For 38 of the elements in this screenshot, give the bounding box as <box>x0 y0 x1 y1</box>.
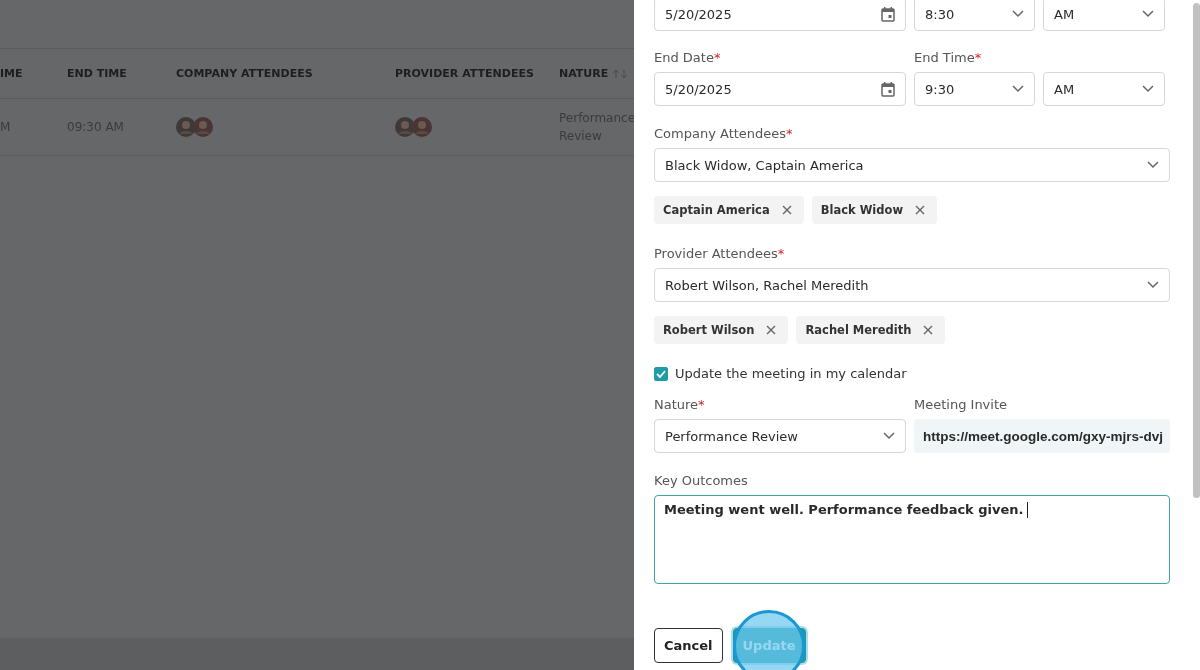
company-attendees-select[interactable]: Black Widow, Captain America <box>654 148 1171 182</box>
field-label: Provider Attendees* <box>654 246 785 262</box>
field-label: Nature* <box>654 397 705 413</box>
chevron-down-icon <box>883 432 895 440</box>
chevron-down-icon <box>1147 281 1160 289</box>
calendar-icon <box>881 81 895 97</box>
close-icon[interactable] <box>915 205 926 215</box>
field-label: Meeting Invite <box>914 397 1008 413</box>
chevron-down-icon <box>1012 10 1024 18</box>
key-outcomes-field[interactable]: Meeting went well. Performance feedback given. <box>654 495 1171 584</box>
provider-attendees-select[interactable]: Robert Wilson, Rachel Meredith <box>654 268 1171 302</box>
cancel-button[interactable]: Cancel <box>654 628 723 663</box>
attendee-chip[interactable]: Robert Wilson <box>654 316 789 344</box>
field-label: Company Attendees* <box>654 126 793 142</box>
field-label: Key Outcomes <box>654 473 748 489</box>
meeting-invite-field[interactable]: https://meet.google.com/gxy-mjrs-dvj <box>914 419 1171 453</box>
attendee-chip[interactable]: Captain America <box>654 196 804 224</box>
chevron-down-icon <box>1142 10 1154 18</box>
close-icon[interactable] <box>766 325 777 335</box>
close-icon[interactable] <box>923 325 934 335</box>
checkbox-label: Update the meeting in my calendar <box>675 366 907 381</box>
attendee-chip[interactable]: Black Widow <box>811 196 938 224</box>
close-icon[interactable] <box>781 205 792 215</box>
start-period-select[interactable]: AM <box>1043 0 1165 31</box>
field-label: End Date* <box>654 50 721 66</box>
calendar-checkbox[interactable] <box>654 366 668 381</box>
end-period-select[interactable]: AM <box>1043 72 1165 106</box>
start-date-field[interactable]: 5/20/2025 <box>654 0 906 31</box>
nature-select[interactable]: Performance Review <box>654 419 906 453</box>
attendee-chip[interactable]: Rachel Meredith <box>796 316 946 344</box>
chevron-down-icon <box>1142 85 1154 93</box>
end-time-select[interactable]: 9:30 <box>914 72 1035 106</box>
field-label: End Time* <box>914 50 982 66</box>
start-time-select[interactable]: 8:30 <box>914 0 1035 31</box>
chevron-down-icon <box>1012 85 1024 93</box>
chevron-down-icon <box>1147 161 1160 169</box>
calendar-icon <box>881 6 895 22</box>
end-date-field[interactable]: 5/20/2025 <box>654 72 906 106</box>
